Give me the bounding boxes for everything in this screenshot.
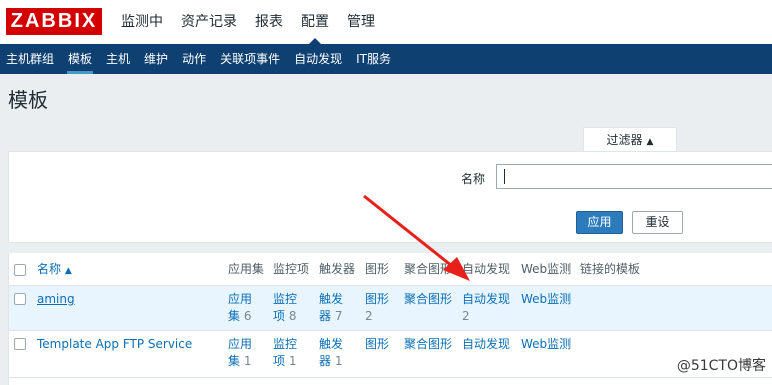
col-linked-templates: 链接的模板 — [580, 262, 641, 276]
graphs-link[interactable]: 图形 — [365, 336, 389, 353]
collapse-arrow-icon: ▲ — [646, 137, 654, 147]
col-name-label: 名称 — [37, 262, 62, 276]
items-count: 1 — [288, 354, 297, 368]
items-count: 8 — [288, 309, 297, 323]
subnav-it-services[interactable]: IT服务 — [349, 44, 398, 74]
applications-count: 6 — [243, 309, 252, 323]
sort-asc-icon: ▲ — [64, 266, 72, 276]
discovery-link[interactable]: 自动发现 2 — [462, 291, 510, 325]
table-row: Template App FTP Service 应用集 1 监控项 1 触发器… — [9, 331, 772, 378]
subnav-discovery[interactable]: 自动发现 — [287, 44, 349, 74]
discovery-label: 自动发现 — [462, 292, 511, 306]
screens-label: 聚合图形 — [404, 292, 453, 306]
subnav-templates[interactable]: 模板 — [61, 44, 99, 74]
filter-tab-label: 过滤器 — [606, 133, 643, 147]
discovery-label: 自动发现 — [462, 337, 511, 351]
screens-link[interactable]: 聚合图形 — [404, 291, 452, 308]
triggers-count: 1 — [334, 354, 343, 368]
screens-link[interactable]: 聚合图形 — [404, 336, 452, 353]
templates-table: 名称 ▲ 应用集 监控项 触发器 图形 聚合图形 自动发现 Web监测 链接的模… — [8, 253, 772, 385]
page-title: 模板 — [8, 88, 48, 112]
nav-configuration[interactable]: 配置 — [292, 0, 338, 44]
template-name-link[interactable]: Template App FTP Service — [37, 336, 192, 353]
web-label: Web监测 — [521, 292, 572, 306]
col-items: 监控项 — [273, 262, 310, 276]
row-checkbox[interactable] — [14, 338, 26, 350]
watermark: @51CTO博客 — [676, 358, 766, 374]
subnav-hosts[interactable]: 主机 — [99, 44, 137, 74]
items-link[interactable]: 监控项 8 — [273, 291, 307, 325]
text-cursor — [504, 169, 505, 184]
select-all-checkbox[interactable] — [14, 264, 26, 276]
row-checkbox[interactable] — [14, 293, 26, 305]
table-row: aming 应用集 6 监控项 8 触发器 7 图形 2 聚合图形 自动发现 2… — [9, 286, 772, 331]
nav-monitoring[interactable]: 监测中 — [112, 0, 172, 44]
graphs-link[interactable]: 图形 2 — [365, 291, 391, 325]
col-discovery: 自动发现 — [462, 262, 511, 276]
template-name: aming — [37, 292, 75, 306]
subnav-event-correlation[interactable]: 关联项事件 — [213, 44, 287, 74]
col-triggers: 触发器 — [319, 262, 356, 276]
col-graphs: 图形 — [365, 262, 390, 276]
web-link[interactable]: Web监测 — [521, 291, 571, 308]
subnav-maintenance[interactable]: 维护 — [137, 44, 175, 74]
col-applications: 应用集 — [228, 262, 265, 276]
filter-name-input[interactable] — [496, 164, 772, 189]
triggers-link[interactable]: 触发器 7 — [319, 291, 353, 325]
applications-count: 1 — [243, 354, 252, 368]
template-name: Template App FTP Service — [37, 337, 193, 351]
reset-button[interactable]: 重设 — [632, 211, 683, 234]
subnav-host-groups[interactable]: 主机群组 — [0, 44, 61, 74]
subnav-actions[interactable]: 动作 — [175, 44, 213, 74]
col-screens: 聚合图形 — [404, 262, 453, 276]
triggers-count: 7 — [334, 309, 343, 323]
discovery-link[interactable]: 自动发现 — [462, 336, 510, 353]
template-name-link[interactable]: aming — [37, 291, 75, 308]
items-link[interactable]: 监控项 1 — [273, 336, 307, 370]
graphs-label: 图形 — [365, 337, 390, 351]
nav-administration[interactable]: 管理 — [338, 0, 384, 44]
screens-label: 聚合图形 — [404, 337, 453, 351]
web-link[interactable]: Web监测 — [521, 336, 571, 353]
triggers-link[interactable]: 触发器 1 — [319, 336, 353, 370]
graphs-label: 图形 — [365, 292, 390, 306]
main-nav: 监测中 资产记录 报表 配置 管理 — [112, 0, 384, 44]
col-web: Web监测 — [521, 262, 572, 276]
table-header: 名称 ▲ 应用集 监控项 触发器 图形 聚合图形 自动发现 Web监测 链接的模… — [9, 253, 772, 286]
applications-link[interactable]: 应用集 6 — [228, 291, 262, 325]
zabbix-logo[interactable]: ZABBIX — [6, 8, 102, 35]
filter-name-label: 名称 — [461, 172, 486, 186]
web-label: Web监测 — [521, 337, 572, 351]
sub-nav: 主机群组 模板 主机 维护 动作 关联项事件 自动发现 IT服务 — [0, 44, 772, 74]
discovery-count: 2 — [462, 309, 470, 323]
col-name-header[interactable]: 名称 ▲ — [37, 261, 72, 280]
applications-link[interactable]: 应用集 1 — [228, 336, 262, 370]
top-header: ZABBIX 监测中 资产记录 报表 配置 管理 — [0, 0, 772, 44]
apply-button[interactable]: 应用 — [576, 211, 623, 234]
nav-reports[interactable]: 报表 — [246, 0, 292, 44]
filter-tab[interactable]: 过滤器 ▲ — [583, 127, 677, 152]
graphs-count: 2 — [365, 309, 373, 323]
nav-inventory[interactable]: 资产记录 — [172, 0, 246, 44]
